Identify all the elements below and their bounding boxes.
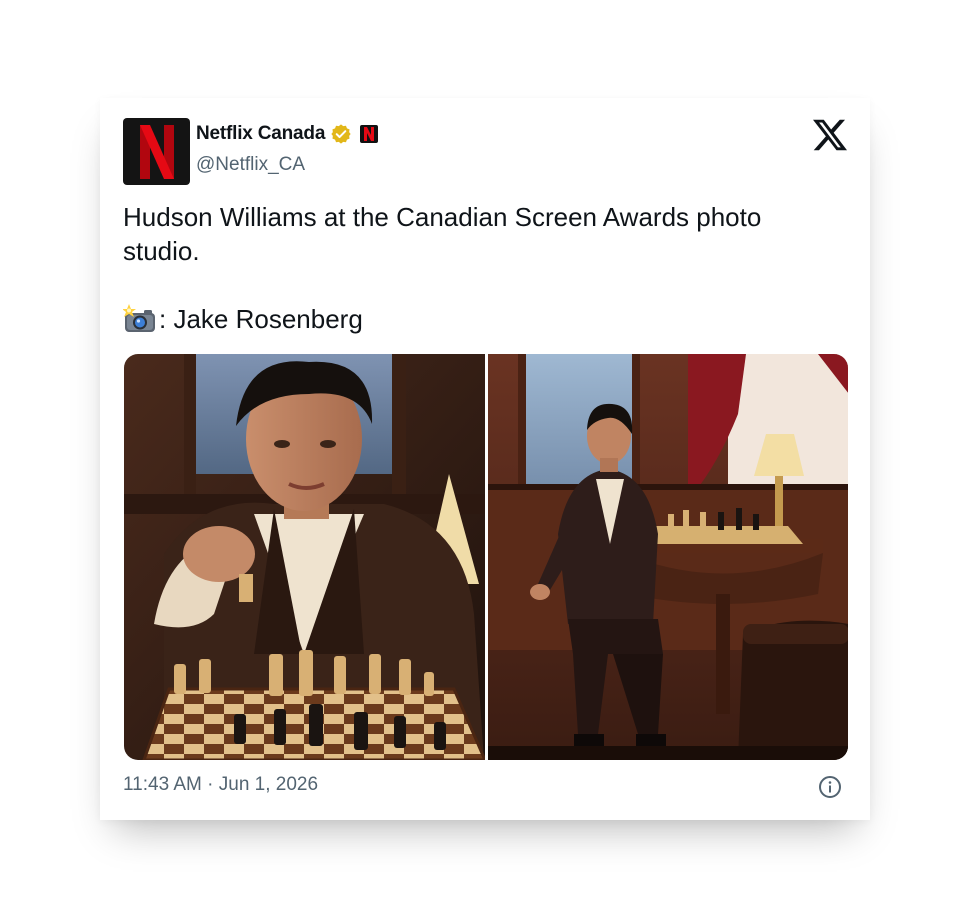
photo-credit: : Jake Rosenberg (123, 302, 363, 336)
media-grid (124, 354, 848, 760)
photo-2[interactable] (487, 354, 848, 760)
netflix-n-logo-icon (139, 124, 174, 179)
account-handle[interactable]: @Netflix_CA (196, 154, 305, 176)
info-icon[interactable] (818, 775, 842, 799)
account-name-row: Netflix Canada (196, 122, 379, 146)
affiliate-badge-icon[interactable] (360, 125, 379, 143)
x-logo-icon[interactable] (813, 118, 847, 152)
avatar[interactable] (123, 118, 190, 185)
tweet-card: Netflix Canada @Netflix_CA Hudson Willia… (100, 98, 870, 820)
tweet-timestamp[interactable]: 11:43 AM · Jun 1, 2026 (123, 774, 318, 796)
verified-badge-icon (331, 124, 351, 144)
photo-1[interactable] (124, 354, 485, 760)
display-name[interactable]: Netflix Canada (196, 123, 325, 145)
tweet-text: Hudson Williams at the Canadian Screen A… (123, 202, 769, 266)
camera-with-flash-icon (123, 304, 155, 332)
photo-credit-text: : Jake Rosenberg (159, 304, 363, 334)
